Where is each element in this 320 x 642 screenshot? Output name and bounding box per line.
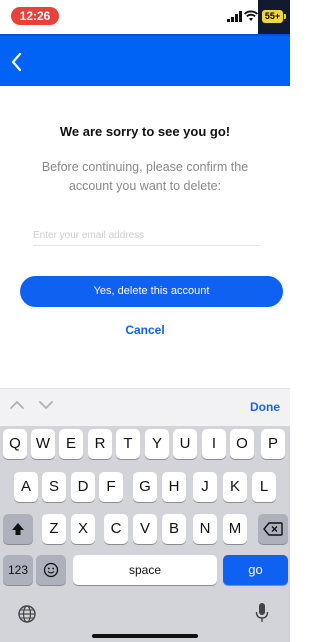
key-v[interactable]: V: [133, 514, 157, 544]
home-indicator[interactable]: [92, 634, 198, 638]
done-button[interactable]: Done: [250, 400, 280, 414]
key-t[interactable]: T: [116, 429, 140, 459]
cellular-signal-icon: [227, 11, 242, 22]
key-k[interactable]: K: [223, 472, 247, 502]
emoji-key[interactable]: [36, 555, 66, 585]
battery-tip: [284, 14, 286, 19]
key-z[interactable]: Z: [42, 514, 66, 544]
key-b[interactable]: B: [162, 514, 186, 544]
key-n[interactable]: N: [193, 514, 217, 544]
dialog-title: We are sorry to see you go!: [59, 124, 231, 139]
key-m[interactable]: M: [223, 514, 247, 544]
key-q[interactable]: Q: [3, 429, 27, 459]
chevron-down-icon[interactable]: [37, 398, 55, 412]
key-d[interactable]: D: [71, 472, 95, 502]
wifi-icon: [244, 10, 258, 21]
back-arrow-icon[interactable]: [6, 49, 28, 75]
key-r[interactable]: R: [88, 429, 112, 459]
backspace-key[interactable]: [258, 514, 288, 544]
shift-key[interactable]: [3, 514, 33, 544]
key-j[interactable]: J: [193, 472, 217, 502]
key-x[interactable]: X: [71, 514, 95, 544]
numbers-key[interactable]: 123: [3, 555, 33, 585]
key-o[interactable]: O: [230, 429, 254, 459]
space-key[interactable]: space: [73, 555, 217, 585]
key-p[interactable]: P: [261, 429, 285, 459]
go-key[interactable]: go: [223, 555, 288, 585]
key-a[interactable]: A: [14, 472, 38, 502]
status-bar: 12:26 55+: [0, 0, 290, 34]
email-field[interactable]: [33, 226, 259, 246]
key-c[interactable]: C: [104, 514, 128, 544]
key-g[interactable]: G: [133, 472, 157, 502]
key-i[interactable]: I: [202, 429, 226, 459]
key-h[interactable]: H: [162, 472, 186, 502]
key-f[interactable]: F: [99, 472, 123, 502]
microphone-icon[interactable]: [255, 602, 269, 624]
chevron-up-icon[interactable]: [8, 398, 26, 412]
emoji-icon: [43, 562, 59, 578]
battery-indicator: 55+: [258, 0, 290, 34]
key-y[interactable]: Y: [145, 429, 169, 459]
globe-icon[interactable]: [17, 604, 37, 624]
nav-header: [0, 36, 290, 86]
dialog-subtitle: Before continuing, please confirm the ac…: [41, 160, 249, 193]
confirm-delete-button[interactable]: Yes, delete this account: [20, 276, 283, 307]
cancel-button[interactable]: Cancel: [0, 323, 290, 337]
key-e[interactable]: E: [59, 429, 83, 459]
key-w[interactable]: W: [31, 429, 55, 459]
battery-level: 55+: [262, 10, 283, 23]
key-u[interactable]: U: [173, 429, 197, 459]
shift-icon: [12, 523, 24, 535]
key-s[interactable]: S: [42, 472, 66, 502]
backspace-icon: [263, 522, 283, 536]
status-time: 12:26: [11, 7, 59, 25]
key-l[interactable]: L: [252, 472, 276, 502]
